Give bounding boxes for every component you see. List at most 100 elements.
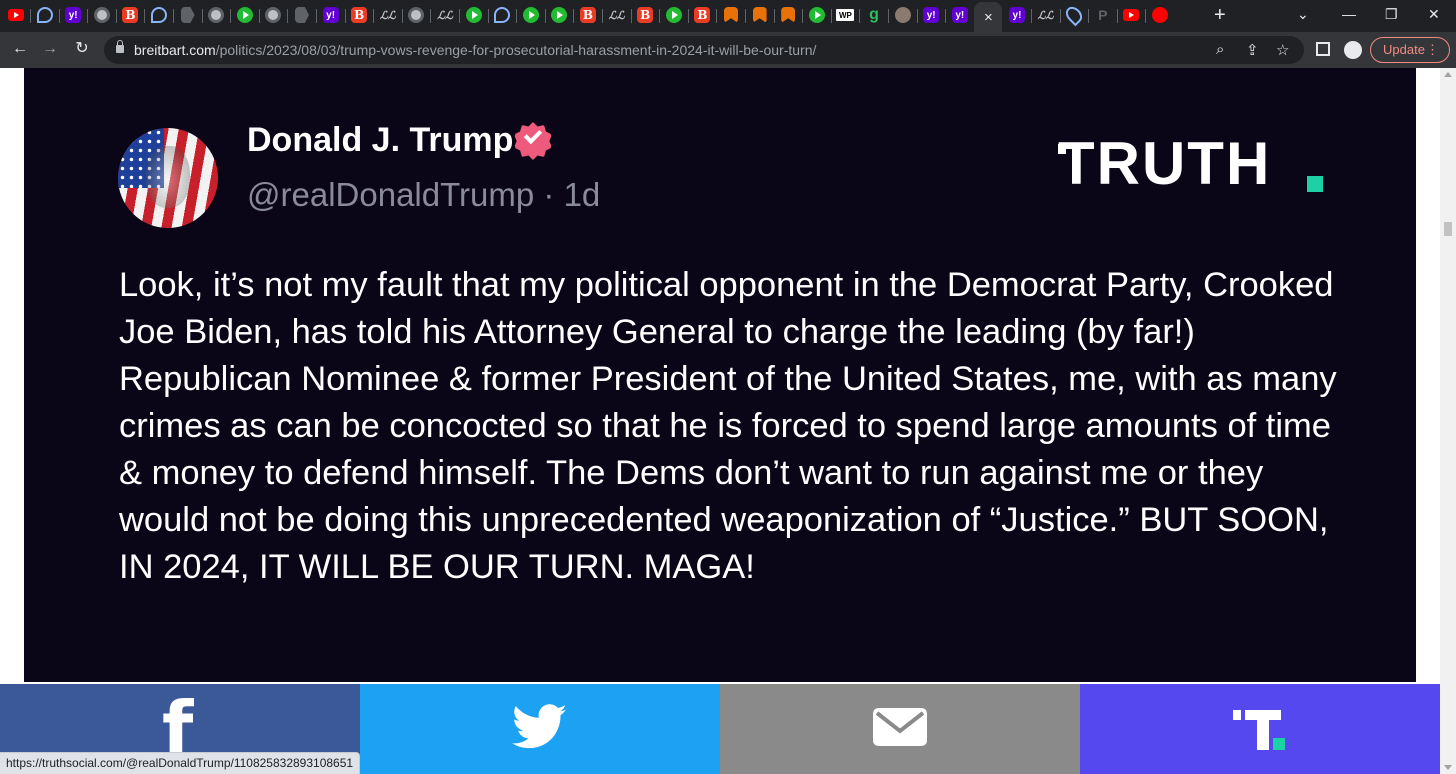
tab-separator	[258, 9, 260, 23]
tab-separator	[115, 9, 117, 23]
tab-separator	[602, 9, 603, 23]
browser-tab[interactable]: y!	[950, 5, 970, 25]
tab-search-chevron-icon[interactable]: ⌄	[1297, 6, 1309, 23]
handle-separator: ·	[543, 176, 555, 213]
tab-separator	[1088, 9, 1090, 23]
tab-separator	[916, 9, 918, 23]
share-email-button[interactable]	[720, 684, 1080, 774]
lock-icon[interactable]	[116, 40, 124, 53]
author-name[interactable]: Donald J. Trump	[247, 121, 513, 160]
url-text[interactable]: breitbart.com/politics/2023/08/03/trump-…	[134, 42, 816, 58]
browser-tab[interactable]: y!	[1007, 5, 1027, 25]
play-icon	[665, 7, 682, 23]
yahoo-icon: y!	[951, 7, 968, 23]
browser-tab[interactable]	[178, 5, 198, 25]
tab-separator	[30, 9, 31, 23]
browser-tab[interactable]	[292, 5, 312, 25]
browser-tab[interactable]: B	[349, 5, 369, 25]
browser-tab[interactable]	[521, 5, 541, 25]
browser-tab[interactable]	[549, 5, 569, 25]
new-tab-button[interactable]: +	[1214, 4, 1226, 26]
yahoo-icon: y!	[923, 7, 940, 23]
restore-icon[interactable]: ❐	[1385, 6, 1398, 23]
arrow-icon	[295, 7, 309, 23]
browser-tab[interactable]	[149, 5, 169, 25]
browser-tab[interactable]	[406, 5, 426, 25]
yahoo-icon: y!	[1009, 7, 1025, 23]
share-icon[interactable]: ⇪	[1246, 41, 1259, 59]
share-twitter-button[interactable]	[360, 684, 720, 774]
truth-post-embed[interactable]: Donald J. Trump @realDonaldTrump · 1d TR…	[24, 68, 1416, 682]
browser-tab[interactable]: P	[1093, 5, 1113, 25]
handle-text: @realDonaldTrump	[247, 176, 535, 213]
browser-tab[interactable]	[778, 5, 798, 25]
play-icon	[522, 7, 539, 23]
browser-tab[interactable]: ℒℒ	[607, 5, 627, 25]
tab-separator	[716, 9, 718, 23]
browser-tab[interactable]	[464, 5, 484, 25]
play-icon	[808, 7, 825, 23]
phoenix-icon	[36, 7, 53, 23]
arrow-icon	[180, 7, 195, 23]
author-handle[interactable]: @realDonaldTrump · 1d	[247, 176, 600, 214]
browser-tab[interactable]	[92, 5, 112, 25]
browser-tab[interactable]	[235, 5, 255, 25]
browser-tab[interactable]: B	[692, 5, 712, 25]
browser-tab[interactable]	[35, 5, 55, 25]
forward-arrow-icon[interactable]: →	[40, 39, 60, 59]
browser-tab[interactable]	[1150, 5, 1170, 25]
scroll-thumb[interactable]	[1444, 222, 1452, 236]
browser-tab[interactable]: ℒℒ	[435, 5, 455, 25]
browser-tab[interactable]	[492, 5, 512, 25]
menu-dots-icon: ⋮	[1426, 42, 1439, 57]
tab-separator	[1031, 9, 1032, 23]
play-icon	[465, 7, 482, 23]
browser-tab[interactable]: B	[635, 5, 655, 25]
browser-tab[interactable]	[807, 5, 827, 25]
g-icon: g	[869, 6, 879, 23]
browser-tab[interactable]: y!	[63, 5, 83, 25]
browser-tab[interactable]: y!	[321, 5, 341, 25]
page-scrollbar[interactable]	[1440, 68, 1456, 774]
mic-icon	[1152, 7, 1168, 23]
browser-tab[interactable]: WP	[835, 5, 855, 25]
browser-tab[interactable]	[750, 5, 770, 25]
browser-tab[interactable]: B	[578, 5, 598, 25]
window-close-icon[interactable]: ✕	[1428, 6, 1440, 23]
tab-strip: y! By! B ℒℒ ℒℒ B ℒℒ B B WP g y! y! × y! ℒℒ P + ⌄ — ❐ ✕	[0, 0, 1456, 32]
browser-tab[interactable]: y!	[921, 5, 941, 25]
update-button[interactable]: Update ⋮	[1370, 37, 1450, 63]
lili-icon: ℒℒ	[1037, 9, 1054, 22]
browser-tab[interactable]	[263, 5, 283, 25]
zoom-icon[interactable]: ⌕	[1216, 41, 1224, 58]
post-text: Look, it’s not my fault that my politica…	[119, 266, 1337, 586]
url-path: /politics/2023/08/03/trump-vows-revenge-…	[215, 42, 817, 58]
lili-icon: ℒℒ	[379, 9, 396, 22]
breitbart-icon: B	[122, 7, 139, 23]
browser-tab[interactable]	[721, 5, 741, 25]
scroll-up-arrow-icon[interactable]	[1444, 72, 1452, 77]
browser-tab[interactable]: ℒℒ	[378, 5, 398, 25]
browser-tab[interactable]: B	[120, 5, 140, 25]
profile-avatar-icon[interactable]	[1344, 41, 1362, 59]
browser-tab[interactable]	[1062, 3, 1086, 27]
bookmark-star-icon[interactable]: ☆	[1276, 41, 1289, 59]
browser-tab[interactable]: g	[864, 5, 884, 25]
author-avatar[interactable]	[118, 128, 218, 228]
minimize-icon[interactable]: —	[1342, 6, 1356, 22]
side-panel-icon[interactable]	[1316, 42, 1330, 56]
back-arrow-icon[interactable]: ←	[10, 39, 30, 59]
share-truth-social-button[interactable]	[1080, 684, 1440, 774]
browser-tab[interactable]: ×	[974, 2, 1003, 32]
scroll-down-arrow-icon[interactable]	[1444, 765, 1452, 770]
browser-tab[interactable]	[206, 5, 226, 25]
browser-tab[interactable]	[664, 5, 684, 25]
browser-tab[interactable]	[893, 5, 913, 25]
browser-tab[interactable]: ℒℒ	[1036, 5, 1056, 25]
browser-tab[interactable]	[1121, 5, 1141, 25]
phoenix-icon	[151, 7, 167, 23]
reload-icon[interactable]: ↻	[72, 39, 92, 59]
browser-tab[interactable]	[6, 5, 26, 25]
p-icon: P	[1098, 7, 1108, 23]
address-bar[interactable]: breitbart.com/politics/2023/08/03/trump-…	[104, 36, 1304, 64]
